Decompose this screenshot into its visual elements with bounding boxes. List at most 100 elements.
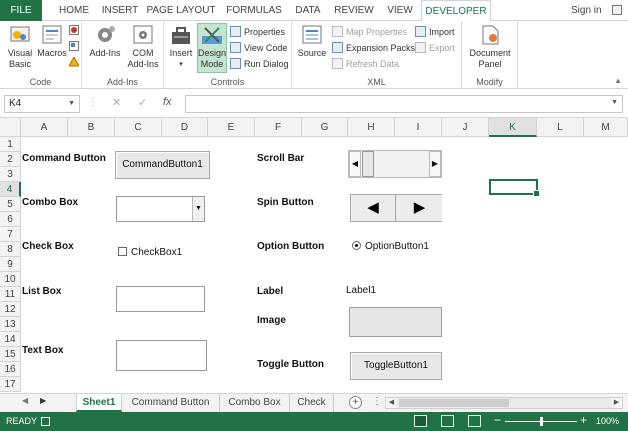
label-1[interactable]: Label1 — [346, 285, 376, 296]
more-options-icon[interactable]: ⋮ — [372, 396, 382, 407]
row-header-6[interactable]: 6 — [0, 212, 21, 227]
row-header-1[interactable]: 1 — [0, 137, 21, 152]
scroll-left-icon[interactable]: ◀ — [386, 398, 397, 408]
ribbon-display-icon[interactable] — [612, 5, 622, 15]
next-sheet-icon[interactable]: ▶ — [40, 396, 46, 405]
column-header-f[interactable]: F — [255, 118, 302, 137]
import-button[interactable]: Import — [415, 24, 455, 40]
sheet-tab-combo-box[interactable]: Combo Box — [220, 394, 290, 412]
row-header-7[interactable]: 7 — [0, 227, 21, 242]
normal-view-icon[interactable] — [414, 415, 427, 427]
scroll-left-icon[interactable]: ◀ — [349, 151, 361, 177]
row-header-16[interactable]: 16 — [0, 362, 21, 377]
zoom-slider-thumb[interactable] — [540, 417, 543, 426]
refresh-data-button[interactable]: Refresh Data — [332, 56, 399, 72]
sheet-tab-sheet1[interactable]: Sheet1 — [76, 394, 122, 412]
column-header-h[interactable]: H — [348, 118, 395, 137]
tab-view[interactable]: VIEW — [381, 0, 419, 21]
export-button[interactable]: Export — [415, 40, 455, 56]
com-add-ins-button[interactable]: COM Add-Ins — [126, 24, 160, 70]
page-layout-view-icon[interactable] — [441, 415, 454, 427]
expansion-packs-button[interactable]: Expansion Packs — [332, 40, 415, 56]
properties-button[interactable]: Properties — [230, 24, 285, 40]
view-code-button[interactable]: View Code — [230, 40, 287, 56]
record-macro-status-icon[interactable] — [41, 417, 50, 426]
image-1[interactable] — [349, 307, 442, 337]
row-header-8[interactable]: 8 — [0, 242, 21, 257]
cancel-icon[interactable]: ✕ — [112, 96, 121, 109]
sheet-tab-check[interactable]: Check — [290, 394, 334, 412]
active-cell-k4[interactable] — [489, 179, 540, 197]
row-header-2[interactable]: 2 — [0, 152, 21, 167]
horizontal-scroll-thumb[interactable] — [399, 399, 509, 407]
tab-file[interactable]: FILE — [0, 0, 42, 21]
toggle-button-1[interactable]: ToggleButton1 — [350, 352, 442, 380]
tab-data[interactable]: DATA — [290, 0, 326, 21]
row-header-17[interactable]: 17 — [0, 377, 21, 392]
name-box[interactable]: K4 ▼ — [4, 95, 80, 113]
add-sheet-icon[interactable]: + — [349, 396, 362, 409]
spin-button-1[interactable]: ◀ ▶ — [350, 194, 442, 222]
tab-home[interactable]: HOME — [52, 0, 96, 21]
column-header-i[interactable]: I — [395, 118, 442, 137]
column-header-g[interactable]: G — [302, 118, 348, 137]
tab-review[interactable]: REVIEW — [332, 0, 376, 21]
zoom-out-icon[interactable]: − — [494, 413, 501, 427]
row-header-12[interactable]: 12 — [0, 302, 21, 317]
row-header-15[interactable]: 15 — [0, 347, 21, 362]
column-header-e[interactable]: E — [208, 118, 255, 137]
column-header-a[interactable]: A — [21, 118, 68, 137]
expand-formula-icon[interactable]: ▼ — [611, 99, 618, 106]
document-panel-button[interactable]: Document Panel — [466, 24, 514, 70]
spin-left-icon[interactable]: ◀ — [351, 195, 396, 221]
collapse-ribbon-icon[interactable]: ▲ — [614, 76, 622, 85]
formula-input[interactable]: ▼ — [185, 95, 623, 113]
column-header-b[interactable]: B — [68, 118, 115, 137]
sign-in-link[interactable]: Sign in — [571, 0, 602, 21]
prev-sheet-icon[interactable]: ◀ — [22, 396, 28, 405]
row-header-14[interactable]: 14 — [0, 332, 21, 347]
scroll-right-icon[interactable]: ▶ — [611, 398, 622, 408]
spin-right-icon[interactable]: ▶ — [397, 195, 442, 221]
tab-developer[interactable]: DEVELOPER — [421, 0, 491, 22]
record-macro-icon[interactable] — [69, 25, 79, 35]
run-dialog-button[interactable]: Run Dialog — [230, 56, 289, 72]
text-box-1[interactable] — [116, 340, 207, 371]
row-header-5[interactable]: 5 — [0, 197, 21, 212]
row-header-3[interactable]: 3 — [0, 167, 21, 182]
worksheet-grid[interactable]: A B C D E F G H I J K L M 1 2 3 4 5 6 7 … — [0, 118, 628, 393]
column-header-j[interactable]: J — [442, 118, 489, 137]
scroll-bar-1[interactable]: ◀ ▶ — [348, 150, 442, 178]
row-header-11[interactable]: 11 — [0, 287, 21, 302]
scroll-right-icon[interactable]: ▶ — [429, 151, 441, 177]
source-button[interactable]: Source — [296, 24, 328, 59]
check-box-1[interactable]: CheckBox1 — [118, 247, 182, 258]
option-button-1[interactable]: OptionButton1 — [352, 241, 429, 252]
macro-security-icon[interactable] — [68, 55, 80, 67]
design-mode-button[interactable]: Design Mode — [197, 23, 227, 73]
column-header-k[interactable]: K — [489, 118, 537, 137]
macros-button[interactable]: Macros — [37, 24, 67, 59]
command-button-1[interactable]: CommandButton1 — [115, 151, 210, 179]
column-header-d[interactable]: D — [162, 118, 208, 137]
visual-basic-button[interactable]: Visual Basic — [4, 24, 36, 70]
insert-control-button[interactable]: Insert ▾ — [167, 24, 195, 70]
add-ins-button[interactable]: Add-Ins — [88, 24, 122, 59]
scroll-thumb[interactable] — [362, 151, 374, 177]
tab-formulas[interactable]: FORMULAS — [222, 0, 286, 21]
zoom-in-icon[interactable]: + — [580, 413, 587, 427]
chevron-down-icon[interactable]: ▼ — [192, 197, 204, 221]
page-break-preview-icon[interactable] — [468, 415, 481, 427]
zoom-level[interactable]: 100% — [596, 416, 619, 426]
relative-references-icon[interactable] — [69, 41, 79, 51]
row-header-4[interactable]: 4 — [0, 182, 21, 197]
insert-function-icon[interactable]: fx — [163, 96, 172, 108]
row-header-10[interactable]: 10 — [0, 272, 21, 287]
horizontal-scrollbar[interactable]: ◀ ▶ — [385, 397, 623, 409]
column-header-m[interactable]: M — [584, 118, 628, 137]
row-header-13[interactable]: 13 — [0, 317, 21, 332]
sheet-tab-command-button[interactable]: Command Button — [122, 394, 220, 412]
select-all-corner[interactable] — [0, 118, 21, 137]
combo-box-1[interactable]: ▼ — [116, 196, 205, 222]
tab-page-layout[interactable]: PAGE LAYOUT — [146, 0, 216, 21]
